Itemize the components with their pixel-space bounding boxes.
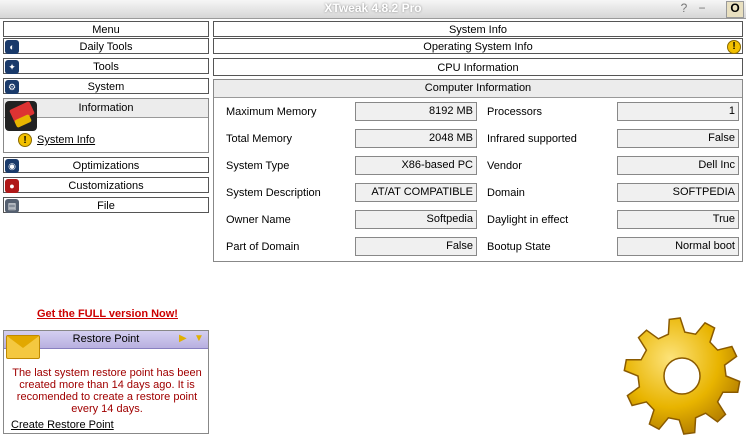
field-label: Bootup State	[487, 241, 551, 253]
sidebar-item-label: Optimizations	[72, 160, 140, 172]
warning-icon: !	[18, 133, 32, 147]
tab-label: CPU Information	[437, 62, 519, 74]
close-button[interactable]: O	[726, 1, 744, 18]
main-header-label: System Info	[448, 24, 508, 36]
tab-operating-system-info[interactable]: Operating System Info !	[213, 38, 743, 54]
sidebar-item-label: File	[97, 200, 115, 212]
section-title: Computer Information	[214, 80, 742, 98]
optimizations-icon: ◉	[5, 159, 19, 173]
field-value: 2048 MB	[355, 129, 477, 148]
restore-point-panel: Restore Point ▶ ▼ The last system restor…	[3, 330, 209, 434]
tools-icon: ✦	[5, 60, 19, 74]
field-value: 1	[617, 102, 739, 121]
information-label: Information	[78, 102, 134, 114]
field-label: System Description	[226, 187, 321, 199]
field-value: SOFTPEDIA	[617, 183, 739, 202]
sidebar-item-customizations[interactable]: ● Customizations	[3, 177, 209, 193]
collapse-icon[interactable]: ▼	[194, 333, 204, 344]
help-button[interactable]: ?	[676, 1, 692, 16]
field-value: True	[617, 210, 739, 229]
title-bar: XTweak 4.8.2 Pro ? − O	[0, 0, 746, 19]
field-label: Total Memory	[226, 133, 293, 145]
field-value: X86-based PC	[355, 156, 477, 175]
sidebar-item-optimizations[interactable]: ◉ Optimizations	[3, 157, 209, 173]
file-icon: ▤	[5, 199, 19, 213]
field-value: Softpedia	[355, 210, 477, 229]
menu-header: Menu	[3, 21, 209, 37]
field-label: Vendor	[487, 160, 522, 172]
sidebar-item-label: System	[87, 81, 125, 93]
menu-header-label: Menu	[92, 24, 120, 36]
system-info-link[interactable]: System Info	[37, 134, 95, 146]
field-value: Dell Inc	[617, 156, 739, 175]
field-value: Normal boot	[617, 237, 739, 256]
tab-cpu-information[interactable]: CPU Information	[213, 58, 743, 76]
get-full-version-link[interactable]: Get the FULL version Now!	[37, 308, 178, 320]
restore-point-message: The last system restore point has been c…	[12, 367, 202, 415]
sidebar-item-file[interactable]: ▤ File	[3, 197, 209, 213]
field-label: Part of Domain	[226, 241, 300, 253]
tab-label: Operating System Info	[423, 41, 533, 53]
main-header: System Info	[213, 21, 743, 37]
play-icon[interactable]: ▶	[179, 333, 187, 344]
create-restore-point-link[interactable]: Create Restore Point	[11, 419, 114, 431]
gear-logo-icon	[623, 317, 741, 435]
field-label: Maximum Memory	[226, 106, 317, 118]
envelope-icon	[6, 335, 40, 359]
field-label: Processors	[487, 106, 543, 118]
field-label: Daylight in effect	[487, 214, 569, 226]
field-label: Domain	[487, 187, 525, 199]
sidebar-item-label: Daily Tools	[79, 41, 133, 53]
restore-point-title: Restore Point	[72, 333, 140, 345]
window-title: XTweak 4.8.2 Pro	[324, 1, 422, 15]
sidebar-item-daily-tools[interactable]: ◐ Daily Tools	[3, 38, 209, 54]
warning-icon: !	[727, 40, 741, 54]
system-icon: ⚙	[5, 80, 19, 94]
field-value: False	[355, 237, 477, 256]
minimize-button[interactable]: −	[694, 1, 710, 16]
information-icon	[5, 101, 37, 131]
daily-tools-icon: ◐	[5, 40, 19, 54]
sidebar-item-label: Tools	[93, 61, 119, 73]
field-label: System Type	[226, 160, 290, 172]
field-label: Owner Name	[226, 214, 291, 226]
field-value: AT/AT COMPATIBLE	[355, 183, 477, 202]
information-panel: Information ! System Info	[3, 98, 209, 153]
sidebar-item-tools[interactable]: ✦ Tools	[3, 58, 209, 74]
customizations-icon: ●	[5, 179, 19, 193]
field-label: Infrared supported	[487, 133, 577, 145]
field-value: False	[617, 129, 739, 148]
sidebar-item-system[interactable]: ⚙ System	[3, 78, 209, 94]
sidebar-item-label: Customizations	[68, 180, 144, 192]
field-value: 8192 MB	[355, 102, 477, 121]
